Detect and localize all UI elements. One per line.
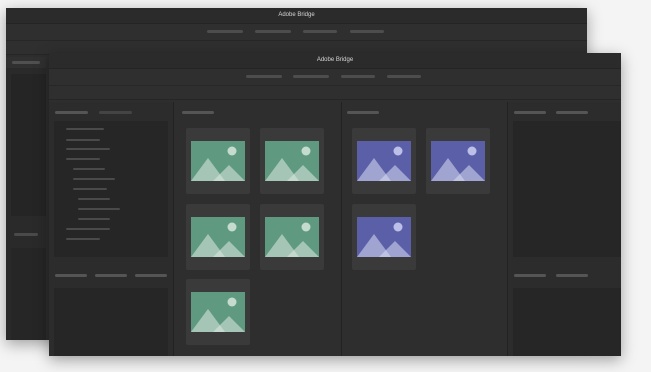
image-placeholder-icon — [357, 141, 411, 181]
filter-panel — [54, 288, 168, 356]
menu-item-1[interactable] — [246, 75, 282, 78]
content-panel-left — [174, 102, 341, 356]
image-thumbnail[interactable] — [186, 279, 250, 345]
favorites-tab[interactable] — [99, 111, 132, 114]
keywords-tab[interactable] — [514, 274, 546, 277]
image-thumbnail[interactable] — [186, 204, 250, 270]
window-title: Adobe Bridge — [316, 57, 354, 63]
preview-panel — [513, 121, 621, 257]
back-window-menubar — [6, 24, 587, 41]
tree-item[interactable] — [73, 168, 105, 170]
back-panel-tab[interactable] — [14, 233, 38, 236]
back-left-bottom-panel — [11, 248, 46, 340]
window-titlebar: Adobe Bridge — [49, 53, 621, 69]
menu-item-4[interactable] — [387, 75, 421, 78]
tree-item[interactable] — [66, 128, 104, 130]
image-thumbnail[interactable] — [352, 128, 416, 194]
back-window-titlebar: Adobe Bridge — [6, 8, 587, 24]
menu-item-2[interactable] — [293, 75, 329, 78]
folders-tab[interactable] — [55, 111, 88, 114]
right-panel-column — [508, 102, 621, 356]
back-left-panel — [11, 74, 46, 216]
image-placeholder-icon — [357, 217, 411, 257]
export-tab[interactable] — [135, 274, 167, 277]
tree-item[interactable] — [66, 158, 100, 160]
metadata-tab[interactable] — [556, 111, 588, 114]
menu-item-3[interactable] — [341, 75, 375, 78]
tree-item[interactable] — [73, 178, 115, 180]
toolbar — [49, 86, 621, 100]
image-thumbnail[interactable] — [352, 204, 416, 270]
back-left-header — [6, 57, 46, 68]
tree-item[interactable] — [78, 198, 110, 200]
left-panel-column — [49, 102, 173, 356]
image-thumbnail[interactable] — [426, 128, 490, 194]
tree-item[interactable] — [66, 238, 100, 240]
content-panel-right — [342, 102, 507, 356]
image-placeholder-icon — [431, 141, 485, 181]
back-menu-item-2[interactable] — [255, 30, 291, 33]
image-placeholder-icon — [191, 141, 245, 181]
properties-tab[interactable] — [556, 274, 588, 277]
preview-tab[interactable] — [514, 111, 546, 114]
back-left-tab[interactable] — [12, 61, 40, 64]
collections-tab[interactable] — [95, 274, 127, 277]
image-thumbnail[interactable] — [260, 128, 324, 194]
filter-tab[interactable] — [55, 274, 87, 277]
main-window: Adobe Bridge — [49, 53, 621, 356]
back-menu-item-3[interactable] — [303, 30, 337, 33]
tree-item[interactable] — [66, 139, 100, 141]
tree-item[interactable] — [78, 218, 110, 220]
menubar — [49, 69, 621, 86]
metadata-panel — [513, 288, 621, 356]
image-placeholder-icon — [191, 292, 245, 332]
back-menu-item-4[interactable] — [350, 30, 384, 33]
back-menu-item-1[interactable] — [207, 30, 243, 33]
content-tab[interactable] — [347, 111, 379, 114]
folder-tree-panel — [54, 121, 168, 257]
image-thumbnail[interactable] — [186, 128, 250, 194]
image-thumbnail[interactable] — [260, 204, 324, 270]
tree-item[interactable] — [78, 208, 120, 210]
tree-item[interactable] — [73, 188, 107, 190]
tree-item[interactable] — [66, 148, 110, 150]
image-placeholder-icon — [265, 141, 319, 181]
tree-item[interactable] — [66, 228, 110, 230]
back-window-title: Adobe Bridge — [278, 12, 315, 18]
image-placeholder-icon — [191, 217, 245, 257]
image-placeholder-icon — [265, 217, 319, 257]
content-tab[interactable] — [182, 111, 214, 114]
